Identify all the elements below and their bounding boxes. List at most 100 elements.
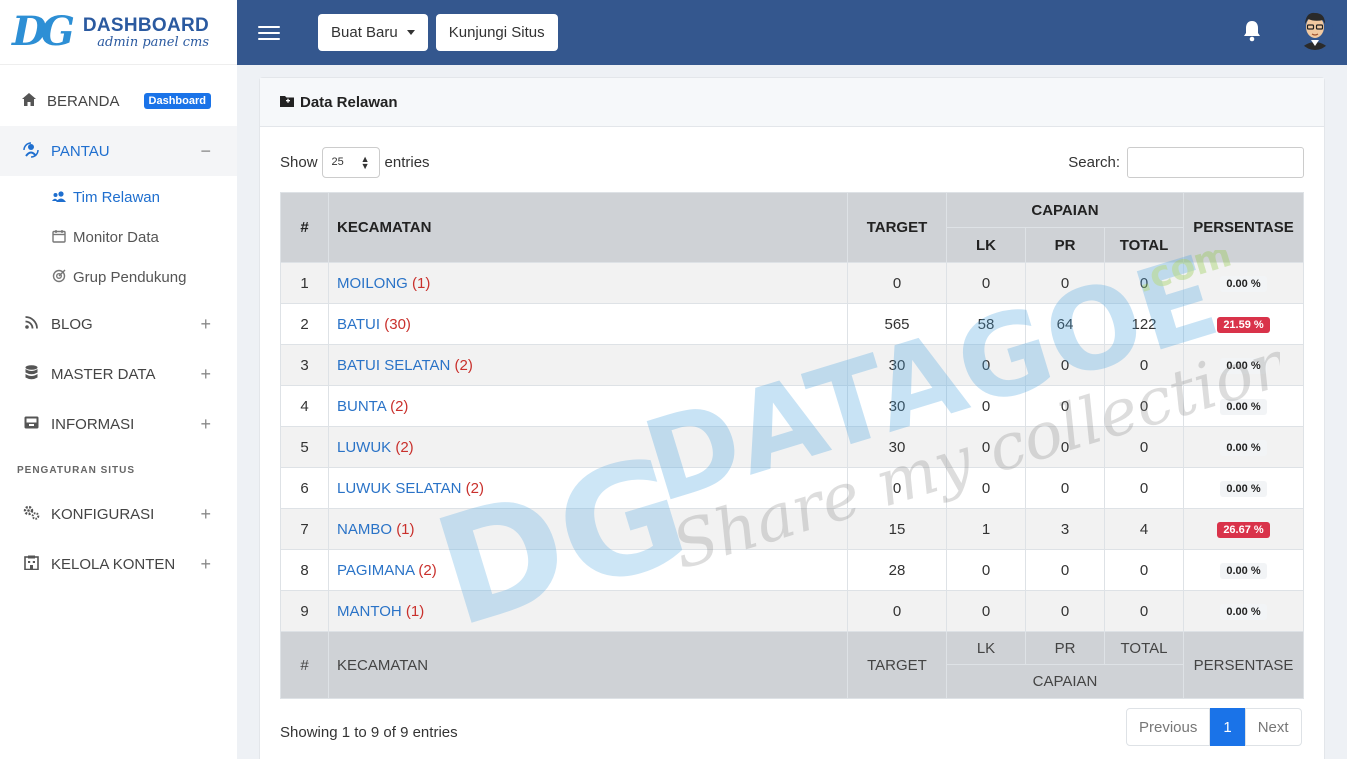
sidebar-item-kelola-konten[interactable]: KELOLA KONTEN + [0, 539, 237, 589]
user-avatar[interactable] [1297, 10, 1333, 50]
sidebar-label-master-data: MASTER DATA [51, 365, 156, 383]
sidebar-item-informasi[interactable]: INFORMASI + [0, 399, 237, 449]
header-kecamatan[interactable]: KECAMATAN [328, 192, 848, 263]
footer-kecamatan: KECAMATAN [328, 631, 848, 699]
kecamatan-link[interactable]: MOILONG [337, 275, 408, 292]
expand-icon[interactable]: + [200, 554, 211, 575]
cell-no: 9 [280, 590, 329, 632]
cell-lk: 0 [946, 344, 1026, 386]
kunjungi-situs-button[interactable]: Kunjungi Situs [435, 14, 558, 51]
sidebar-item-beranda[interactable]: BERANDA Dashboard [0, 76, 237, 126]
sidebar-label-kelola-konten: KELOLA KONTEN [51, 555, 176, 573]
page-1-button[interactable]: 1 [1210, 708, 1245, 746]
sidebar-item-konfigurasi[interactable]: KONFIGURASI + [0, 489, 237, 539]
header-capaian: CAPAIAN [946, 192, 1184, 228]
cell-total: 4 [1104, 508, 1184, 550]
table-row: 5 LUWUK (2) 30 0 0 0 0.00 % [280, 426, 1304, 468]
sidebar-subitem-tim-relawan[interactable]: Tim Relawan [0, 177, 237, 217]
kecamatan-link[interactable]: LUWUK SELATAN [337, 480, 461, 497]
kecamatan-link[interactable]: LUWUK [337, 439, 391, 456]
relawan-count: (2) [465, 479, 484, 497]
kecamatan-link[interactable]: BUNTA [337, 398, 386, 415]
header-persentase[interactable]: PERSENTASE [1183, 192, 1304, 263]
table-info: Showing 1 to 9 of 9 entries [280, 724, 458, 741]
sidebar-item-master-data[interactable]: MASTER DATA + [0, 349, 237, 399]
cell-persentase: 21.59 % [1183, 303, 1304, 345]
header-pr[interactable]: PR [1025, 227, 1105, 263]
sidebar-item-pantau[interactable]: PANTAU − [0, 126, 237, 176]
expand-icon[interactable]: + [200, 314, 211, 335]
cell-pr: 0 [1025, 262, 1105, 304]
logo-subtitle: admin panel cms [97, 34, 210, 50]
cell-lk: 0 [946, 262, 1026, 304]
cell-pr: 64 [1025, 303, 1105, 345]
cell-target: 0 [847, 262, 947, 304]
cell-kecamatan: LUWUK SELATAN (2) [328, 467, 848, 509]
card-header: Data Relawan [260, 78, 1324, 127]
persentase-badge: 0.00 % [1220, 276, 1267, 292]
data-relawan-card: Data Relawan Show 25 ▲ ▼ entries Search: … [259, 77, 1325, 759]
footer-total: TOTAL [1104, 631, 1184, 665]
table-body: 1 MOILONG (1) 0 0 0 0 0.00 % 2 BATUI (30) 565 58 64… [280, 262, 1304, 632]
cell-pr: 3 [1025, 508, 1105, 550]
cell-target: 0 [847, 467, 947, 509]
expand-icon[interactable]: + [200, 364, 211, 385]
relawan-count: (1) [412, 274, 431, 292]
cell-target: 30 [847, 344, 947, 386]
kecamatan-link[interactable]: NAMBO [337, 521, 392, 538]
sidebar-label-konfigurasi: KONFIGURASI [51, 505, 155, 523]
table-row: 9 MANTOH (1) 0 0 0 0 0.00 % [280, 590, 1304, 632]
next-page-button[interactable]: Next [1244, 708, 1302, 746]
logo[interactable]: DG DASHBOARD admin panel cms [0, 0, 237, 65]
sidebar-subitem-grup-pendukung[interactable]: Grup Pendukung [0, 257, 237, 297]
cell-no: 5 [280, 426, 329, 468]
collapse-icon[interactable]: − [200, 141, 211, 162]
cell-target: 565 [847, 303, 947, 345]
entries-label: entries [384, 153, 430, 171]
hamburger-menu-icon[interactable] [258, 25, 280, 40]
table-row: 3 BATUI SELATAN (2) 30 0 0 0 0.00 % [280, 344, 1304, 386]
sidebar: DG DASHBOARD admin panel cms BERANDA Das… [0, 0, 237, 759]
previous-page-button[interactable]: Previous [1126, 708, 1211, 746]
expand-icon[interactable]: + [200, 414, 211, 435]
buat-baru-dropdown[interactable]: Buat Baru [318, 14, 428, 51]
cell-persentase: 0.00 % [1183, 426, 1304, 468]
cell-lk: 0 [946, 549, 1026, 591]
relawan-count: (1) [396, 520, 415, 538]
bell-icon[interactable] [1242, 20, 1262, 44]
database-icon [22, 365, 40, 383]
users-icon [52, 190, 68, 205]
header-total[interactable]: TOTAL [1104, 227, 1184, 263]
header-lk[interactable]: LK [946, 227, 1026, 263]
footer-lk: LK [946, 631, 1026, 665]
cell-total: 0 [1104, 590, 1184, 632]
expand-icon[interactable]: + [200, 504, 211, 525]
cell-total: 0 [1104, 549, 1184, 591]
header-target[interactable]: TARGET [847, 192, 947, 263]
kecamatan-link[interactable]: MANTOH [337, 603, 402, 620]
persentase-badge: 0.00 % [1220, 440, 1267, 456]
kecamatan-link[interactable]: PAGIMANA [337, 562, 414, 579]
cell-total: 0 [1104, 467, 1184, 509]
card-title: Data Relawan [300, 93, 398, 111]
search-input[interactable] [1127, 146, 1304, 178]
kecamatan-link[interactable]: BATUI [337, 316, 380, 333]
cell-kecamatan: MOILONG (1) [328, 262, 848, 304]
relawan-count: (1) [405, 602, 425, 620]
cell-kecamatan: NAMBO (1) [328, 508, 848, 550]
entries-select[interactable]: 25 ▲ ▼ [321, 146, 380, 178]
cell-kecamatan: LUWUK (2) [328, 426, 848, 468]
calendar-icon [52, 229, 68, 246]
kecamatan-link[interactable]: BATUI SELATAN [337, 357, 450, 374]
persentase-badge: 0.00 % [1220, 604, 1267, 620]
entries-value: 25 [331, 156, 344, 168]
sidebar-label-blog: BLOG [51, 315, 93, 333]
rss-icon [22, 316, 40, 332]
cell-pr: 0 [1025, 467, 1105, 509]
cell-target: 28 [847, 549, 947, 591]
header-no[interactable]: # [280, 192, 329, 263]
cell-pr: 0 [1025, 385, 1105, 427]
sidebar-item-blog[interactable]: BLOG + [0, 299, 237, 349]
cell-pr: 0 [1025, 590, 1105, 632]
sidebar-subitem-monitor-data[interactable]: Monitor Data [0, 217, 237, 257]
